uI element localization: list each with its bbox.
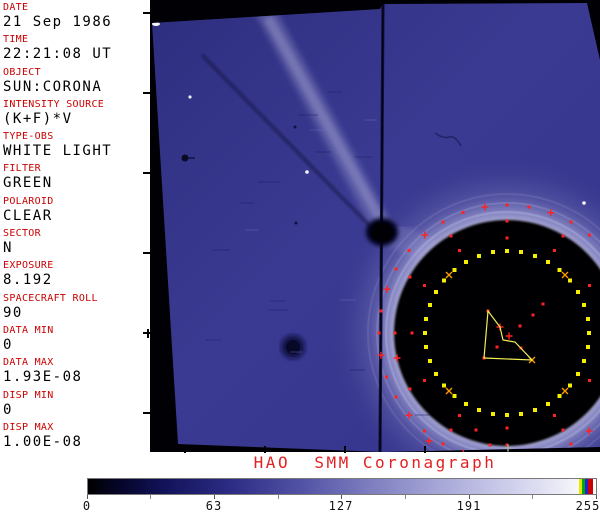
colorbar-tick-label: 191 — [456, 499, 482, 512]
metadata-field-date: DATE 21 Sep 1986 — [0, 2, 150, 34]
metadata-panel: DATE 21 Sep 1986 TIME 22:21:08 UT OBJECT… — [0, 0, 150, 452]
field-value: SUN:CORONA — [3, 78, 103, 95]
metadata-field-sector: SECTOR N — [0, 228, 150, 260]
field-value: (K+F)*V — [3, 110, 73, 127]
metadata-field-object: OBJECT SUN:CORONA — [0, 67, 150, 99]
field-label: EXPOSURE — [3, 260, 54, 272]
field-value: WHITE LIGHT — [3, 143, 113, 160]
metadata-field-data-max: DATA MAX 1.93E-08 — [0, 357, 150, 389]
metadata-field-time: TIME 22:21:08 UT — [0, 34, 150, 66]
colorbar-minor-tick — [278, 495, 279, 499]
field-label: SPACECRAFT ROLL — [3, 292, 98, 304]
pylon-blob — [366, 218, 398, 246]
field-label: DISP MAX — [3, 421, 54, 433]
metadata-field-data-min: DATA MIN 0 — [0, 325, 150, 357]
metadata-field-exposure: EXPOSURE 8.192 — [0, 260, 150, 292]
fiducial-tick — [146, 328, 149, 338]
coronagraph-image — [150, 0, 600, 452]
image-title: HAO SMM Coronagraph — [253, 453, 497, 472]
field-label: FILTER — [3, 163, 41, 175]
metadata-field-disp-max: DISP MAX 1.00E-08 — [0, 422, 150, 454]
field-label: OBJECT — [3, 66, 41, 78]
field-value: N — [3, 240, 13, 257]
fiducial-tick — [143, 92, 152, 94]
field-value: 21 Sep 1986 — [3, 14, 113, 30]
field-value: 90 — [3, 304, 23, 321]
colorbar-minor-tick — [532, 495, 533, 499]
colorbar-tick-label: 0 — [82, 499, 92, 512]
metadata-field-disp-min: DISP MIN 0 — [0, 390, 150, 422]
fiducial-tick — [143, 172, 152, 174]
field-value: 0 — [3, 336, 13, 353]
field-label: DATA MIN — [3, 324, 54, 336]
metadata-field-polaroid: POLAROID CLEAR — [0, 196, 150, 228]
fiducial-tick — [264, 446, 266, 453]
metadata-field-type-obs: TYPE-OBS WHITE LIGHT — [0, 131, 150, 163]
colorbar-minor-tick — [150, 495, 151, 499]
field-label: INTENSITY SOURCE — [3, 98, 105, 110]
intensity-colorbar — [87, 478, 597, 495]
field-value: GREEN — [3, 175, 53, 192]
field-value: 1.00E-08 — [3, 433, 83, 450]
fiducial-tick — [143, 412, 152, 414]
metadata-field-filter: FILTER GREEN — [0, 163, 150, 195]
colorbar-saturation-stripe — [588, 479, 593, 494]
metadata-field-spacecraft-roll: SPACECRAFT ROLL 90 — [0, 293, 150, 325]
fiducial-tick — [143, 252, 152, 254]
field-label: DATE — [3, 2, 29, 13]
field-label: POLAROID — [3, 195, 54, 207]
field-label: SECTOR — [3, 228, 41, 240]
coronagraph-image-canvas — [150, 0, 600, 452]
fiducial-tick — [424, 446, 426, 453]
field-value: 22:21:08 UT — [3, 46, 113, 63]
fiducial-tick — [344, 446, 346, 453]
colorbar-tick-label: 255 — [575, 499, 600, 512]
field-label: DISP MIN — [3, 389, 54, 401]
field-label: DATA MAX — [3, 357, 54, 369]
field-value: 1.93E-08 — [3, 369, 83, 386]
field-label: TYPE-OBS — [3, 131, 54, 143]
colorbar-tick-label: 127 — [328, 499, 354, 512]
fiducial-tick — [184, 446, 186, 453]
fiducial-tick — [143, 12, 152, 14]
metadata-field-intensity-source: INTENSITY SOURCE (K+F)*V — [0, 99, 150, 131]
field-value: 0 — [3, 401, 13, 418]
field-value: 8.192 — [3, 272, 53, 289]
colorbar-minor-tick — [405, 495, 406, 499]
colorbar-tick-label: 63 — [205, 499, 223, 512]
smm-coronagraph-viewer: DATE 21 Sep 1986 TIME 22:21:08 UT OBJECT… — [0, 0, 600, 512]
field-label: TIME — [3, 34, 29, 46]
field-value: CLEAR — [3, 207, 53, 224]
